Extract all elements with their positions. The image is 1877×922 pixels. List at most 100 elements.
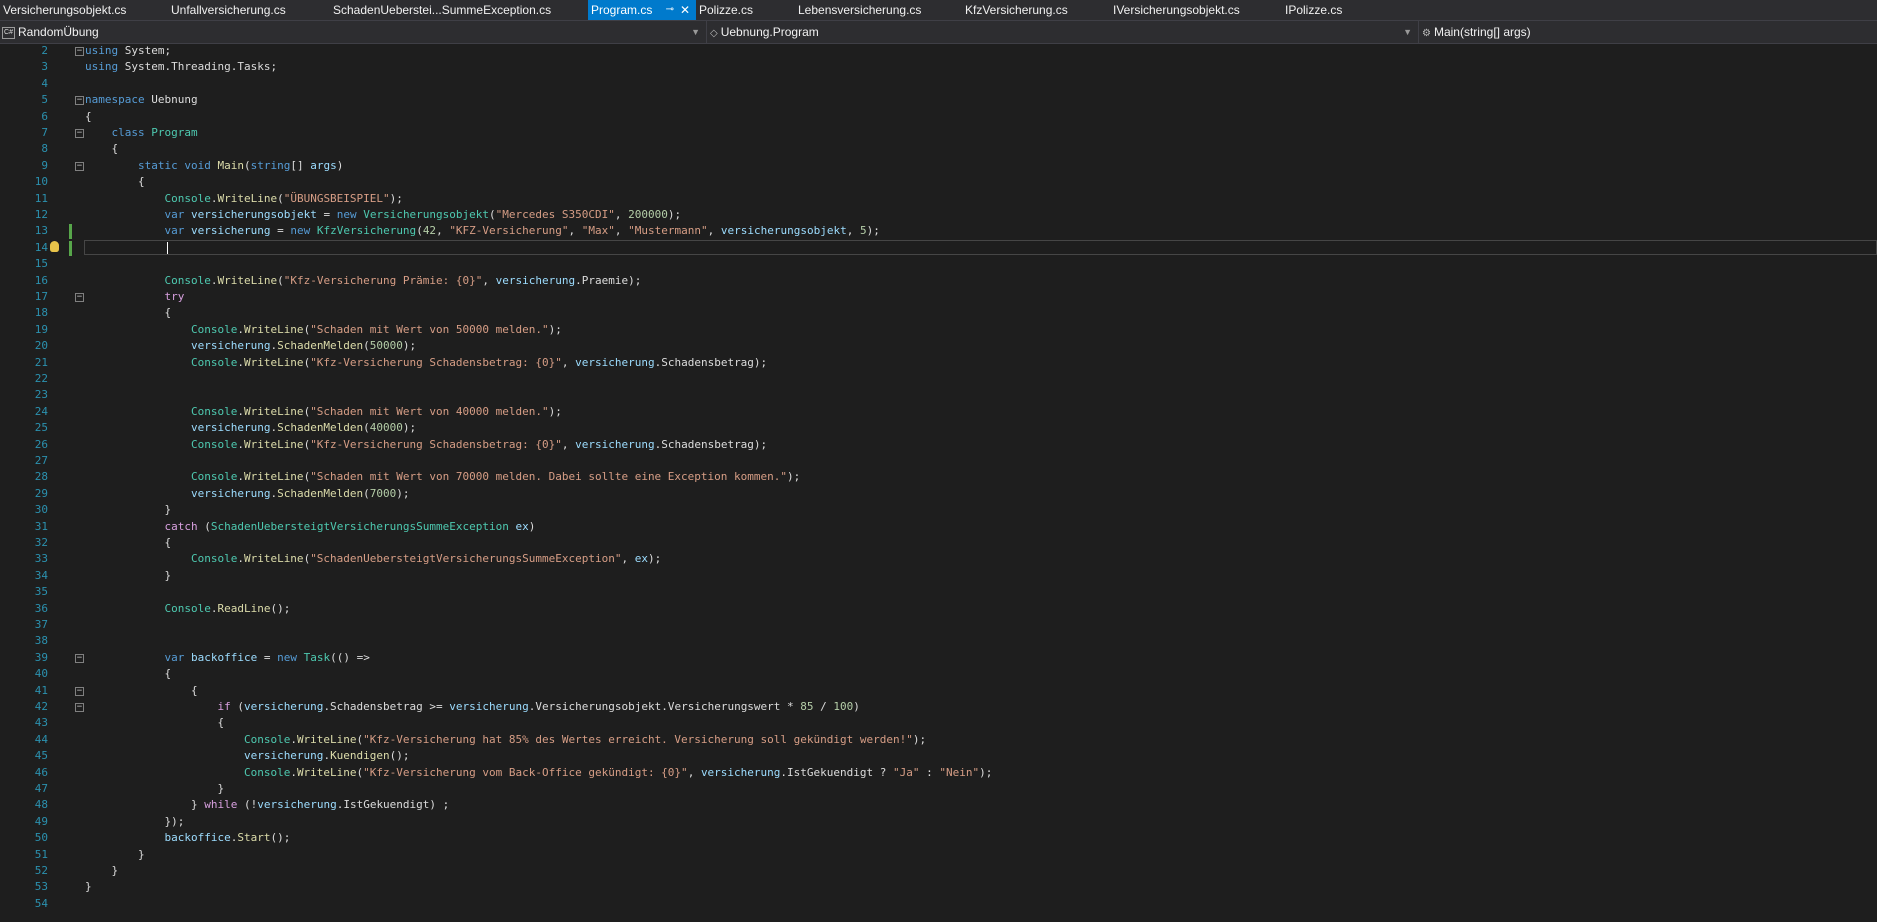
member-dropdown[interactable]: ⚙ Main(string[] args) [1420, 21, 1877, 43]
code-token: versicherung [257, 798, 337, 812]
line-number: 33 [34, 552, 48, 566]
lightbulb-icon[interactable] [50, 240, 59, 252]
line-number: 10 [34, 175, 48, 189]
code-token: ( [363, 486, 370, 500]
code-token: using [85, 44, 119, 57]
collapse-icon[interactable]: − [75, 653, 84, 663]
project-label: RandomÜbung [18, 25, 99, 39]
code-line[interactable]: 38 [0, 633, 1877, 649]
code-line[interactable]: 30 } [0, 502, 1877, 518]
code-line[interactable]: 34 } [0, 568, 1877, 584]
code-line[interactable]: 21 Console.WriteLine("Kfz-Versicherung S… [0, 355, 1877, 371]
code-line[interactable]: 18 { [0, 305, 1877, 321]
tab-ipolizze[interactable]: IPolizze.cs [1282, 0, 1375, 20]
line-number: 16 [34, 273, 48, 287]
line-number: 26 [34, 437, 48, 451]
code-line[interactable]: 20 versicherung.SchadenMelden(50000); [0, 338, 1877, 354]
type-dropdown[interactable]: ◇ Uebnung.Program ▼ [708, 21, 1419, 43]
code-line[interactable]: 32 { [0, 535, 1877, 551]
tab-versicherungsobjekt[interactable]: Versicherungsobjekt.cs [0, 0, 163, 20]
tab-program[interactable]: Program.cs ⊸ ✕ [588, 0, 696, 20]
chevron-down-icon: ▼ [691, 27, 700, 37]
code-line[interactable]: 6{ [0, 109, 1877, 125]
collapse-icon[interactable]: − [75, 129, 84, 138]
code-line[interactable]: 16 Console.WriteLine("Kfz-Versicherung P… [0, 273, 1877, 289]
code-line[interactable]: 24 Console.WriteLine("Schaden mit Wert v… [0, 404, 1877, 420]
code-token: (); [389, 749, 410, 763]
code-line[interactable]: 40 { [0, 666, 1877, 682]
code-line[interactable]: 17 − try [0, 289, 1877, 305]
code-line[interactable]: 33 Console.WriteLine("SchadenUebersteigt… [0, 551, 1877, 567]
code-line[interactable]: 3 using System.Threading.Tasks; [0, 59, 1877, 75]
code-line[interactable]: 28 Console.WriteLine("Schaden mit Wert v… [0, 469, 1877, 485]
code-line[interactable]: 23 [0, 387, 1877, 403]
code-line[interactable]: 41 − { [0, 683, 1877, 699]
code-line[interactable]: 54 [0, 896, 1877, 912]
tab-iversicherungsobjekt[interactable]: IVersicherungsobjekt.cs [1110, 0, 1273, 20]
code-line[interactable]: 29 versicherung.SchadenMelden(7000); [0, 486, 1877, 502]
code-line[interactable]: 51 } [0, 847, 1877, 863]
code-line[interactable]: 11 Console.WriteLine("ÜBUNGSBEISPIEL"); [0, 191, 1877, 207]
code-text: Console.WriteLine("Kfz-Versicherung hat … [85, 732, 926, 748]
code-token: ) [853, 700, 860, 713]
code-line[interactable]: 36 Console.ReadLine(); [0, 601, 1877, 617]
code-line[interactable]: 35 [0, 584, 1877, 600]
code-token: , [482, 273, 496, 287]
code-line[interactable]: 14 [0, 239, 1877, 256]
code-token: Console [243, 765, 291, 779]
code-token: ex [634, 552, 648, 566]
code-line[interactable]: 19 Console.WriteLine("Schaden mit Wert v… [0, 322, 1877, 338]
code-token: new [290, 224, 311, 238]
code-line[interactable]: 44 Console.WriteLine("Kfz-Versicherung h… [0, 732, 1877, 748]
code-token: versicherungsobjekt [190, 208, 317, 221]
collapse-icon[interactable]: − [75, 96, 84, 106]
tab-lebensversicherung[interactable]: Lebensversicherung.cs [795, 0, 948, 20]
code-token: : [919, 765, 940, 779]
code-line[interactable]: 37 [0, 617, 1877, 633]
code-line[interactable]: 12 var versicherungsobjekt = new Versich… [0, 207, 1877, 223]
code-line[interactable]: 48 } while (!versicherung.IstGekuendigt)… [0, 797, 1877, 813]
tab-schadenuebersteigt[interactable]: SchadenUeberstei...SummeException.cs [330, 0, 583, 20]
pin-icon[interactable]: ⊸ [666, 0, 674, 20]
code-editor[interactable]: 2− using System; 3 using System.Threading.T… [0, 43, 1877, 922]
code-line[interactable]: 4 [0, 76, 1877, 92]
code-line[interactable]: 8 { [0, 141, 1877, 157]
code-line[interactable]: 25 versicherung.SchadenMelden(40000); [0, 420, 1877, 436]
code-line[interactable]: 52 } [0, 863, 1877, 879]
tab-kfzversicherung[interactable]: KfzVersicherung.cs [962, 0, 1105, 20]
type-label: Uebnung.Program [720, 25, 819, 39]
tab-polizze[interactable]: Polizze.cs [696, 0, 789, 20]
code-line[interactable]: 13 var versicherung = new KfzVersicherun… [0, 223, 1877, 240]
project-dropdown[interactable]: C# RandomÜbung ▼ [0, 21, 707, 43]
collapse-icon[interactable]: − [75, 293, 84, 302]
code-line[interactable]: 9 − static void Main(string[] args) [0, 158, 1877, 174]
collapse-icon[interactable]: − [75, 686, 84, 696]
close-icon[interactable]: ✕ [680, 0, 690, 20]
code-line[interactable]: 50 backoffice.Start(); [0, 830, 1877, 846]
code-line[interactable]: 43 { [0, 715, 1877, 731]
code-line[interactable]: 10 { [0, 174, 1877, 190]
code-line[interactable]: 26 Console.WriteLine("Kfz-Versicherung S… [0, 437, 1877, 453]
code-line[interactable]: 27 [0, 453, 1877, 469]
code-line[interactable]: 22 [0, 371, 1877, 387]
code-line[interactable]: 39 − var backoffice = new Task(() => [0, 650, 1877, 666]
code-line[interactable]: 45 versicherung.Kuendigen(); [0, 748, 1877, 764]
code-line[interactable]: 47 } [0, 781, 1877, 797]
code-line[interactable]: 49 }); [0, 814, 1877, 830]
tab-unfallversicherung[interactable]: Unfallversicherung.cs [168, 0, 321, 20]
code-line[interactable]: 2 − using System; [0, 43, 1877, 59]
code-line[interactable]: 7 − class Program [0, 125, 1877, 141]
code-line[interactable]: 46 Console.WriteLine("Kfz-Versicherung v… [0, 765, 1877, 781]
code-line[interactable]: 5 − namespace Uebnung [0, 92, 1877, 108]
collapse-icon[interactable]: − [75, 161, 84, 171]
code-line[interactable]: 31 catch (SchadenUebersteigtVersicherung… [0, 519, 1877, 535]
code-token: Console [164, 601, 211, 615]
code-line[interactable]: 42− if (versicherung.Schadensbetrag >= v… [0, 699, 1877, 715]
collapse-icon[interactable]: − [75, 703, 84, 712]
code-token: } [85, 880, 92, 894]
code-line[interactable]: 15 [0, 256, 1877, 272]
code-token: Console [190, 404, 238, 418]
collapse-icon[interactable]: − [75, 47, 84, 56]
code-line[interactable]: 53} [0, 879, 1877, 895]
code-token: { [85, 175, 145, 189]
